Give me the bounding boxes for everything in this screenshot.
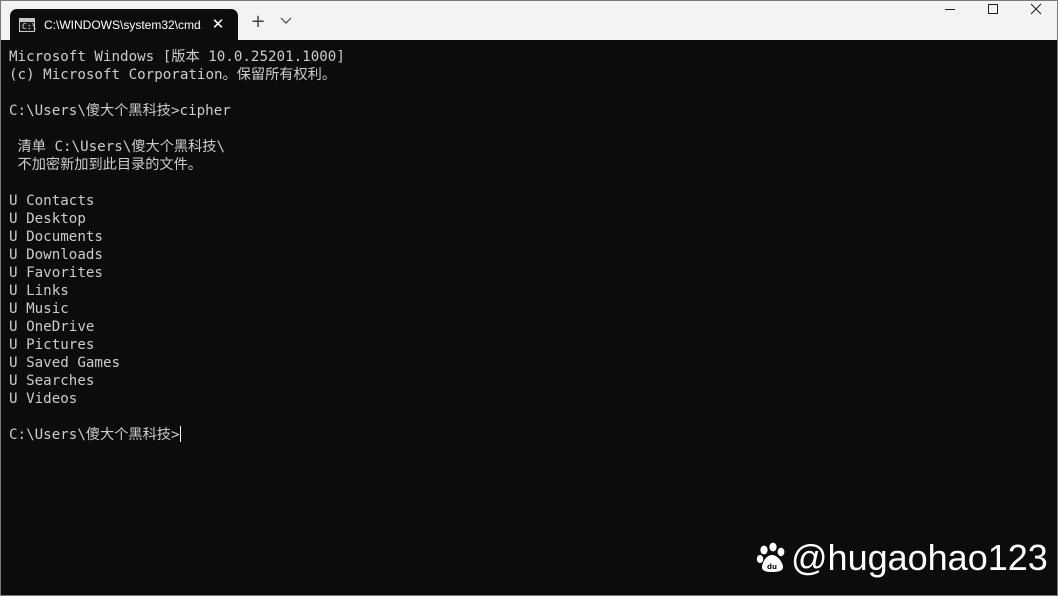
terminal-line: (c) Microsoft Corporation。保留所有权利。: [9, 67, 337, 83]
terminal-line: 清单 C:\Users\傻大个黑科技\: [9, 139, 225, 155]
cmd-icon: C:\: [19, 17, 36, 32]
terminal-line: U Documents: [9, 229, 103, 245]
close-button[interactable]: [1014, 1, 1057, 40]
text-cursor: [179, 426, 181, 442]
terminal-line: U Pictures: [9, 337, 95, 353]
terminal-line: U Favorites: [9, 265, 103, 281]
minimize-button[interactable]: [928, 1, 972, 40]
terminal-line: U OneDrive: [9, 319, 95, 335]
prompt-text: C:\Users\傻大个黑科技>: [9, 427, 180, 443]
terminal-line: Microsoft Windows [版本 10.0.25201.1000]: [9, 49, 345, 65]
tab-dropdown-button[interactable]: [275, 11, 297, 33]
terminal-window: C:\ C:\WINDOWS\system32\cmd.e ✕ + Micros…: [0, 0, 1058, 596]
terminal-line: 不加密新加到此目录的文件。: [9, 157, 202, 173]
terminal-line: U Videos: [9, 391, 78, 407]
title-bar: C:\ C:\WINDOWS\system32\cmd.e ✕ +: [1, 1, 1057, 40]
close-icon: [1030, 3, 1042, 15]
terminal-line: U Searches: [9, 373, 95, 389]
terminal-line: C:\Users\傻大个黑科技>cipher: [9, 103, 231, 119]
watermark-text: @hugaohao123: [791, 537, 1048, 578]
minimize-icon: [945, 8, 955, 10]
terminal-line: U Desktop: [9, 211, 86, 227]
tab-title: C:\WINDOWS\system32\cmd.e: [44, 17, 202, 32]
terminal-line: U Links: [9, 283, 69, 299]
terminal-output[interactable]: Microsoft Windows [版本 10.0.25201.1000] (…: [1, 40, 1057, 595]
svg-text:du: du: [767, 563, 777, 571]
maximize-icon: [988, 4, 998, 14]
tab-cmd[interactable]: C:\ C:\WINDOWS\system32\cmd.e ✕: [10, 9, 238, 40]
tab-close-icon[interactable]: ✕: [210, 16, 226, 32]
chevron-down-icon: [280, 17, 292, 24]
maximize-button[interactable]: [971, 1, 1015, 40]
prompt-line[interactable]: C:\Users\傻大个黑科技>: [9, 426, 1057, 444]
terminal-line: U Music: [9, 301, 69, 317]
new-tab-button[interactable]: +: [247, 11, 269, 33]
terminal-line: U Downloads: [9, 247, 103, 263]
terminal-line: U Contacts: [9, 193, 95, 209]
baidu-paw-icon: du: [756, 542, 785, 572]
watermark: du @hugaohao123: [755, 535, 1048, 581]
terminal-line: U Saved Games: [9, 355, 121, 371]
